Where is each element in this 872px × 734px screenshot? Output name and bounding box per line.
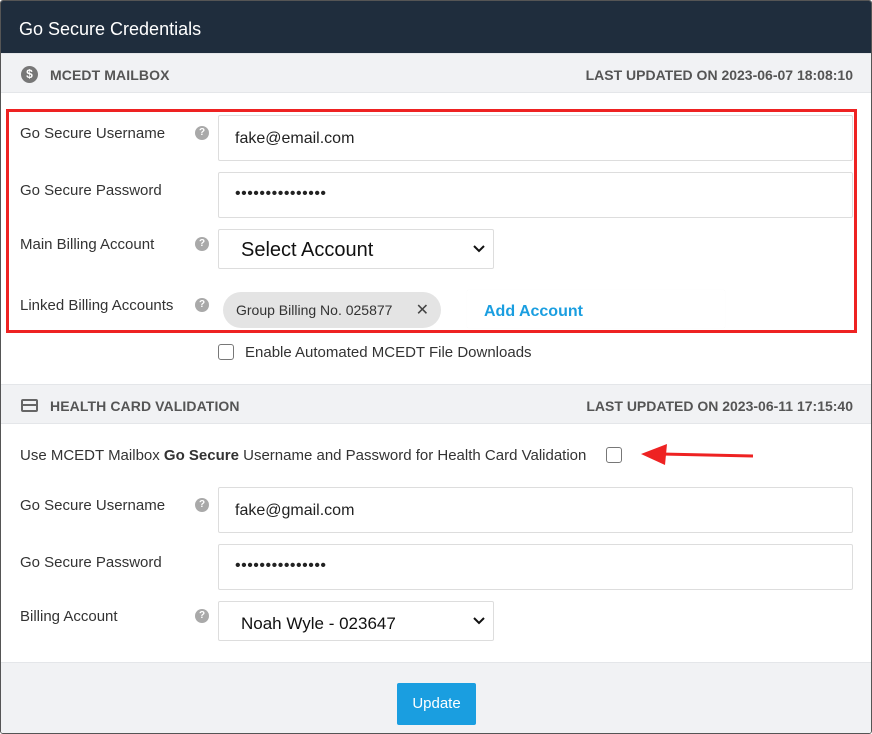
close-icon[interactable]: ✕ xyxy=(416,300,429,320)
update-button[interactable]: Update xyxy=(397,683,476,725)
health-card-section-title: HEALTH CARD VALIDATION xyxy=(50,398,240,414)
mcedt-username-label: Go Secure Username xyxy=(20,125,166,142)
dialog-title: Go Secure Credentials xyxy=(1,1,871,53)
linked-account-chip: Group Billing No. 025877 ✕ xyxy=(223,292,441,328)
annotation-arrow-icon xyxy=(641,444,754,465)
help-icon[interactable]: ? xyxy=(195,126,209,140)
use-mcedt-suffix: Username and Password for Health Card Va… xyxy=(238,447,587,464)
credit-card-icon xyxy=(21,399,38,412)
hc-billing-selected: Noah Wyle - 023647 xyxy=(241,614,396,633)
hc-billing-select[interactable]: Noah Wyle - 023647 xyxy=(218,601,494,641)
dialog: Go Secure Credentials $ MCEDT MAILBOX LA… xyxy=(0,0,872,734)
auto-download-label: Enable Automated MCEDT File Downloads xyxy=(245,344,532,361)
hc-username-label: Go Secure Username xyxy=(20,497,166,514)
mcedt-section-header: $ MCEDT MAILBOX LAST UPDATED ON 2023-06-… xyxy=(1,53,871,93)
help-icon[interactable]: ? xyxy=(195,237,209,251)
add-account-button[interactable]: Add Account xyxy=(467,290,725,328)
mcedt-username-input[interactable]: fake@email.com xyxy=(218,115,853,161)
health-card-section-header: HEALTH CARD VALIDATION LAST UPDATED ON 2… xyxy=(1,384,871,424)
use-mcedt-credentials-label: Use MCEDT Mailbox Go Secure Username and… xyxy=(20,447,586,464)
use-mcedt-credentials-checkbox[interactable] xyxy=(606,447,622,463)
add-account-label: Add Account xyxy=(484,303,583,320)
mcedt-password-label: Go Secure Password xyxy=(20,182,162,199)
main-billing-label: Main Billing Account xyxy=(20,236,155,253)
help-icon[interactable]: ? xyxy=(195,609,209,623)
auto-download-checkbox[interactable] xyxy=(218,344,234,360)
mcedt-last-updated: LAST UPDATED ON 2023-06-07 18:08:10 xyxy=(585,67,853,83)
hc-password-label: Go Secure Password xyxy=(20,554,162,571)
chevron-down-icon xyxy=(473,617,485,625)
chip-label: Group Billing No. 025877 xyxy=(236,302,393,318)
use-mcedt-prefix: Use MCEDT Mailbox xyxy=(20,447,164,464)
mcedt-password-input[interactable]: ••••••••••••••• xyxy=(218,172,853,218)
help-icon[interactable]: ? xyxy=(195,498,209,512)
chevron-down-icon xyxy=(473,245,485,253)
main-billing-selected: Select Account xyxy=(241,239,374,261)
mcedt-section-title: MCEDT MAILBOX xyxy=(50,67,170,83)
main-billing-select[interactable]: Select Account xyxy=(218,229,494,269)
hc-billing-label: Billing Account xyxy=(20,608,118,625)
health-card-last-updated: LAST UPDATED ON 2023-06-11 17:15:40 xyxy=(586,398,853,414)
linked-billing-label: Linked Billing Accounts xyxy=(20,297,174,314)
use-mcedt-bold: Go Secure xyxy=(163,447,239,464)
help-icon[interactable]: ? xyxy=(195,298,209,312)
hc-username-input[interactable]: fake@gmail.com xyxy=(218,487,853,533)
hc-password-input[interactable]: ••••••••••••••• xyxy=(218,544,853,590)
dollar-icon: $ xyxy=(21,66,38,83)
